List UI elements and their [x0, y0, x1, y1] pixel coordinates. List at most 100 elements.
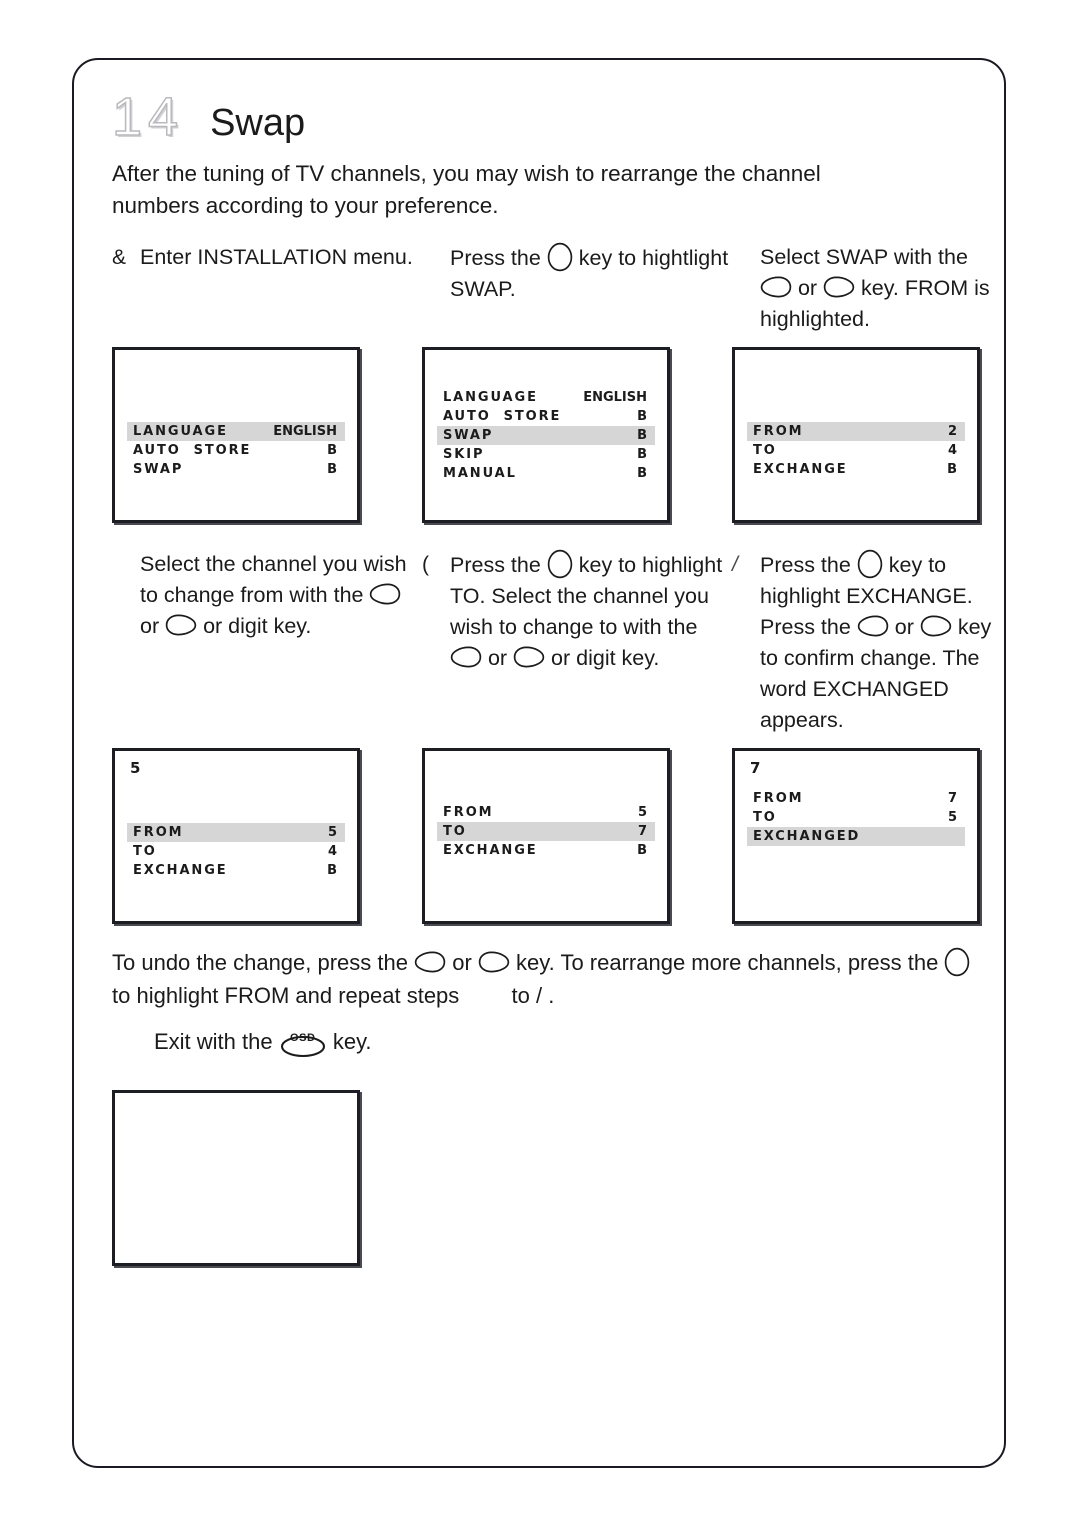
osd-menu-list: LANGUAGE ENGLISH AUTO STORE B SWAP B SKIP B MANU… — [437, 388, 655, 483]
osd-menu-item-value: 5 — [947, 810, 957, 825]
step-6-marker: / — [732, 553, 738, 576]
osd-menu-item[interactable]: EXCHANGED — [747, 827, 965, 846]
left-key-icon — [369, 583, 401, 605]
osd-menu-item-value: B — [637, 409, 647, 424]
osd-menu-item-label: TO — [133, 844, 157, 859]
exit-instruction: Exit with the OSD key. — [154, 1022, 554, 1060]
osd-menu-item-label: FROM — [753, 424, 804, 439]
osd-menu-item[interactable]: LANGUAGE ENGLISH — [437, 388, 655, 407]
osd-menu-item[interactable]: SWAP B — [437, 426, 655, 445]
osd-menu-item-label: SKIP — [443, 447, 485, 462]
osd-menu-item-value: 2 — [947, 424, 957, 439]
osd-menu-item-label: FROM — [443, 805, 494, 820]
chapter-title: Swap — [210, 102, 306, 144]
up-key-icon — [547, 549, 573, 579]
osd-key-icon: OSD — [279, 1022, 327, 1058]
osd-menu-item-label: FROM — [753, 791, 804, 806]
osd-menu-item-value: 4 — [327, 844, 337, 859]
osd-menu-item[interactable]: MANUAL B — [437, 464, 655, 483]
step-6: / Press the key to highlight EXCHANGE. P… — [732, 549, 1000, 736]
up-key-icon — [857, 549, 883, 579]
osd-menu-item-value: B — [637, 447, 647, 462]
osd-menu-item-label: MANUAL — [443, 466, 517, 481]
osd-menu-item[interactable]: FROM 5 — [437, 803, 655, 822]
step-1-marker: & — [112, 246, 127, 269]
osd-menu-item-value: 7 — [637, 824, 647, 839]
osd-menu-item-label: EXCHANGE — [133, 863, 228, 878]
osd-menu-item-value: B — [327, 443, 337, 458]
osd-menu-item-value: B — [637, 843, 647, 858]
osd-screen-swap-menu-from-highlighted: FROM 2 TO 4 EXCHANGE B — [732, 347, 980, 523]
right-key-icon — [823, 276, 855, 298]
screen-slot-3: FROM 2 TO 4 EXCHANGE B — [732, 347, 1000, 523]
osd-menu-item[interactable]: FROM 2 — [747, 422, 965, 441]
osd-menu-item-label: EXCHANGE — [753, 462, 848, 477]
osd-menu-item[interactable]: SKIP B — [437, 445, 655, 464]
step-3-marker — [732, 242, 760, 335]
osd-menu-item[interactable]: EXCHANGE B — [437, 841, 655, 860]
step-5-marker: ( — [422, 553, 429, 576]
screens-row-top: LANGUAGE ENGLISH AUTO STORE B SWAP B LANGUAGE… — [112, 347, 1000, 523]
osd-menu-item-label: AUTO STORE — [133, 443, 252, 458]
screens-row-bottom: 5 FROM 5 TO 4 EXCHANGE B FROM 5 TO 7 EXCHANGE B 7 FR… — [112, 748, 1000, 924]
osd-menu-item[interactable]: AUTO STORE B — [437, 407, 655, 426]
blank-screen-wrap — [112, 1090, 1000, 1266]
osd-menu-item-label: EXCHANGE — [443, 843, 538, 858]
osd-key-label: OSD — [290, 1032, 316, 1044]
outro-paragraph: To undo the change, press the or key. To… — [112, 946, 992, 1012]
osd-menu-item[interactable]: EXCHANGE B — [747, 460, 965, 479]
left-key-icon — [760, 276, 792, 298]
osd-menu-list: FROM 5 TO 4 EXCHANGE B — [127, 823, 345, 880]
step-3-text: Select SWAP with the or key. FROM is hig… — [760, 245, 990, 331]
osd-menu-item-value: B — [327, 462, 337, 477]
osd-menu-item-value: B — [947, 462, 957, 477]
osd-menu-item-label: AUTO STORE — [443, 409, 562, 424]
step-4: Select the channel you wish to change fr… — [112, 549, 422, 736]
osd-menu-item[interactable]: TO 4 — [747, 441, 965, 460]
osd-menu-item-value: B — [637, 428, 647, 443]
osd-menu-item-label: LANGUAGE — [443, 390, 538, 405]
osd-menu-item-value: 5 — [637, 805, 647, 820]
osd-menu-item-label: SWAP — [443, 428, 494, 443]
screen-slot-4: 5 FROM 5 TO 4 EXCHANGE B — [112, 748, 422, 924]
step-5-text: Press the key to highlight TO. Select th… — [450, 549, 732, 674]
osd-menu-item-value: 5 — [327, 825, 337, 840]
right-key-icon — [920, 615, 952, 637]
step-3: Select SWAP with the or key. FROM is hig… — [732, 242, 1000, 335]
osd-screen-installation-menu-language-highlighted: LANGUAGE ENGLISH AUTO STORE B SWAP B — [112, 347, 360, 523]
blank-screen — [112, 1090, 360, 1266]
osd-menu-item-value: 7 — [947, 791, 957, 806]
osd-menu-item[interactable]: FROM 5 — [127, 823, 345, 842]
screen-slot-1: LANGUAGE ENGLISH AUTO STORE B SWAP B — [112, 347, 422, 523]
osd-screen-swap-menu-from-channel-5: 5 FROM 5 TO 4 EXCHANGE B — [112, 748, 360, 924]
osd-menu-item-label: SWAP — [133, 462, 184, 477]
osd-menu-item-label: TO — [753, 443, 777, 458]
osd-menu-item[interactable]: LANGUAGE ENGLISH — [127, 422, 345, 441]
osd-menu-item[interactable]: SWAP B — [127, 460, 345, 479]
step-6-text: Press the key to highlight EXCHANGE. Pre… — [760, 549, 1000, 736]
left-key-icon — [414, 951, 446, 973]
osd-menu-item-value: ENGLISH — [273, 424, 337, 439]
screen-slot-2: LANGUAGE ENGLISH AUTO STORE B SWAP B SKIP B MANU… — [422, 347, 732, 523]
osd-menu-item-label: FROM — [133, 825, 184, 840]
osd-menu-item[interactable]: AUTO STORE B — [127, 441, 345, 460]
chapter-number: 14 — [111, 87, 185, 147]
osd-menu-item[interactable]: FROM 7 — [747, 789, 965, 808]
osd-menu-item[interactable]: TO 5 — [747, 808, 965, 827]
osd-screen-swap-menu-to-channel-7: FROM 5 TO 7 EXCHANGE B — [422, 748, 670, 924]
step-2-marker — [422, 242, 450, 305]
osd-menu-item[interactable]: TO 4 — [127, 842, 345, 861]
osd-menu-item[interactable]: EXCHANGE B — [127, 861, 345, 880]
left-key-icon — [857, 615, 889, 637]
osd-menu-item-value: ENGLISH — [583, 390, 647, 405]
up-key-icon — [547, 242, 573, 272]
osd-menu-item[interactable]: TO 7 — [437, 822, 655, 841]
step-2: Press the key to hightlight SWAP. — [422, 242, 732, 335]
osd-screen-swap-menu-exchanged: 7 FROM 7 TO 5 EXCHANGED — [732, 748, 980, 924]
osd-menu-item-label: TO — [753, 810, 777, 825]
page-title: 14 Swap — [111, 82, 1000, 147]
osd-menu-item-value: 4 — [947, 443, 957, 458]
right-key-icon — [513, 646, 545, 668]
osd-menu-list: FROM 5 TO 7 EXCHANGE B — [437, 803, 655, 860]
osd-menu-list: LANGUAGE ENGLISH AUTO STORE B SWAP B — [127, 422, 345, 479]
